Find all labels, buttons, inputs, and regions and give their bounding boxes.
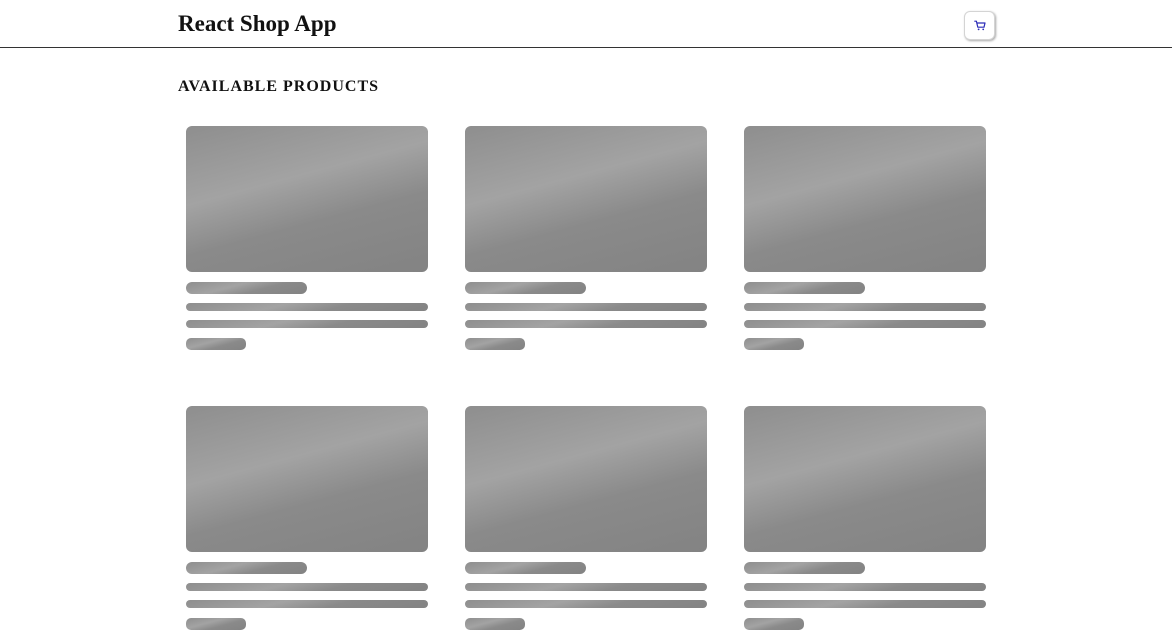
skeleton-description-line: [744, 600, 986, 608]
product-card-skeleton: [465, 406, 707, 632]
skeleton-description-line: [465, 303, 707, 311]
skeleton-description-line: [744, 320, 986, 328]
skeleton-description-line: [465, 583, 707, 591]
skeleton-description-line: [186, 303, 428, 311]
product-card-skeleton: [186, 406, 428, 632]
skeleton-price: [744, 338, 804, 350]
skeleton-title: [465, 562, 586, 574]
skeleton-price: [186, 338, 246, 350]
skeleton-image: [186, 406, 428, 552]
product-grid: [186, 126, 986, 632]
product-card-skeleton: [744, 126, 986, 352]
skeleton-description-line: [465, 320, 707, 328]
skeleton-title: [186, 282, 307, 294]
app-header: React Shop App: [0, 0, 1172, 48]
app-title: React Shop App: [178, 11, 337, 36]
skeleton-image: [465, 406, 707, 552]
skeleton-price: [186, 618, 246, 630]
section-title: AVAILABLE PRODUCTS: [178, 78, 380, 95]
skeleton-description-line: [186, 320, 428, 328]
product-card-skeleton: [465, 126, 707, 352]
skeleton-image: [744, 406, 986, 552]
product-card-skeleton: [186, 126, 428, 352]
skeleton-image: [465, 126, 707, 272]
skeleton-description-line: [744, 583, 986, 591]
skeleton-price: [465, 338, 525, 350]
skeleton-description-line: [186, 600, 428, 608]
skeleton-description-line: [186, 583, 428, 591]
skeleton-image: [744, 126, 986, 272]
product-card-skeleton: [744, 406, 986, 632]
skeleton-description-line: [465, 600, 707, 608]
skeleton-image: [186, 126, 428, 272]
skeleton-price: [744, 618, 804, 630]
skeleton-title: [744, 562, 865, 574]
cart-button[interactable]: [964, 11, 995, 40]
skeleton-description-line: [744, 303, 986, 311]
skeleton-title: [186, 562, 307, 574]
skeleton-title: [744, 282, 865, 294]
shopping-cart-icon: [973, 20, 986, 31]
skeleton-title: [465, 282, 586, 294]
skeleton-price: [465, 618, 525, 630]
